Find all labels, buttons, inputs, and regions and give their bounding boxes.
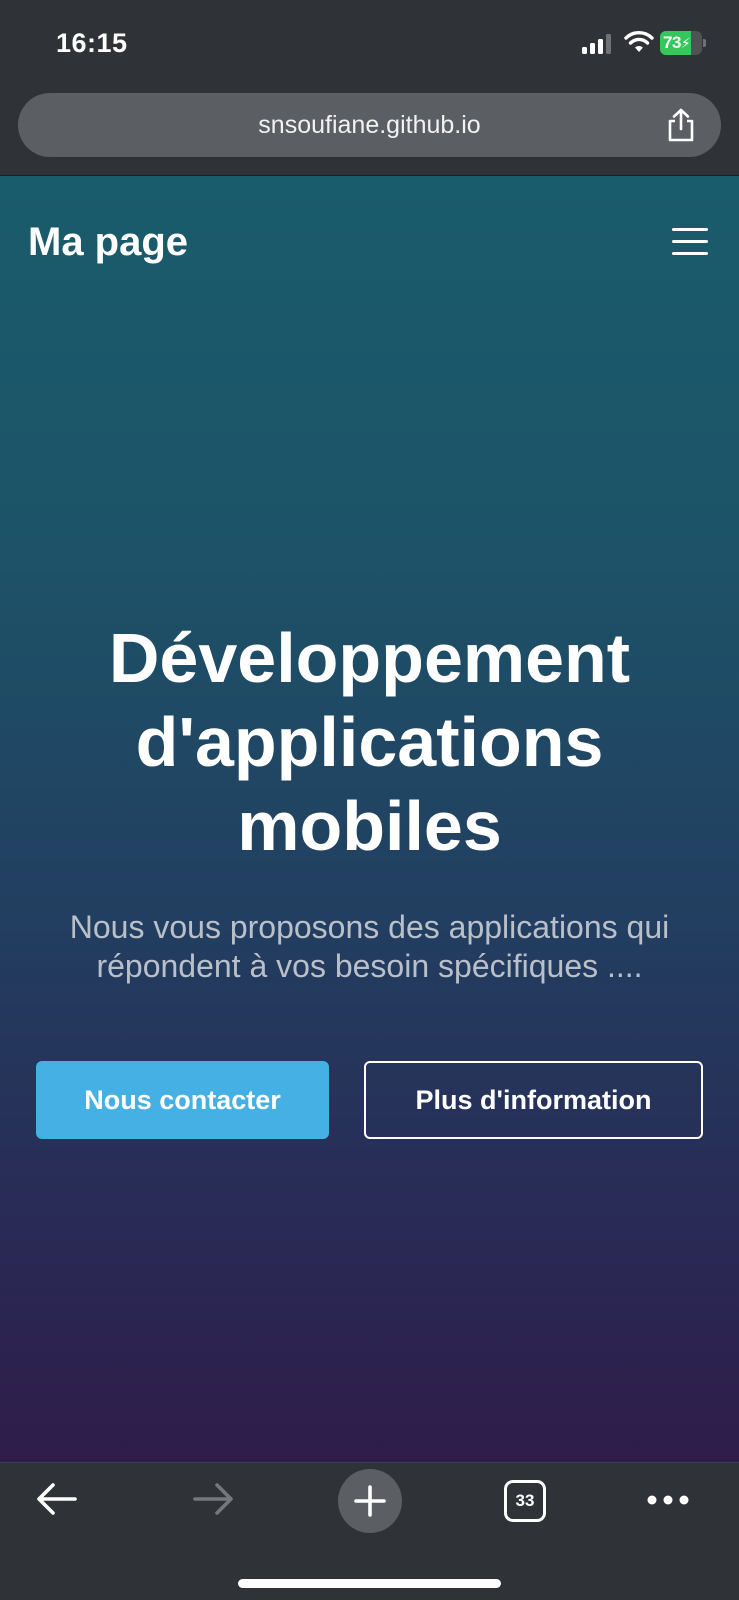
hero-title-line: mobiles: [237, 787, 502, 865]
more-icon[interactable]: [646, 1493, 690, 1507]
status-bar: 16:15 73⚡: [0, 0, 739, 88]
more-info-button[interactable]: Plus d'information: [364, 1061, 703, 1139]
hero-title: Développement d'applications mobiles: [40, 616, 699, 868]
home-indicator: [238, 1579, 501, 1588]
back-arrow-icon[interactable]: [36, 1481, 78, 1517]
hero-title-line: Développement: [108, 619, 631, 697]
contact-button[interactable]: Nous contacter: [36, 1061, 329, 1139]
plus-icon: [354, 1485, 386, 1517]
new-tab-button[interactable]: [338, 1469, 402, 1533]
site-brand[interactable]: Ma page: [28, 220, 188, 265]
hamburger-menu-icon[interactable]: [672, 228, 708, 256]
tabs-icon[interactable]: 33: [504, 1480, 546, 1522]
url-text[interactable]: snsoufiane.github.io: [18, 93, 721, 157]
status-time: 16:15: [56, 28, 128, 58]
battery-level: 73⚡: [663, 33, 691, 52]
battery-charging-icon: 73⚡: [660, 31, 706, 55]
forward-arrow-icon[interactable]: [192, 1481, 234, 1517]
hero-title-line: d'applications: [135, 703, 604, 781]
hero-subtitle: Nous vous proposons des applications qui…: [69, 909, 670, 984]
battery-cap: [703, 39, 706, 47]
cellular-signal-icon: [582, 34, 611, 54]
share-icon[interactable]: [664, 107, 698, 143]
wifi-icon: [624, 31, 654, 52]
web-page: Ma page Développement d'applications mob…: [0, 176, 739, 1462]
browser-address-area: snsoufiane.github.io: [0, 88, 739, 176]
address-bar[interactable]: snsoufiane.github.io: [18, 93, 721, 157]
